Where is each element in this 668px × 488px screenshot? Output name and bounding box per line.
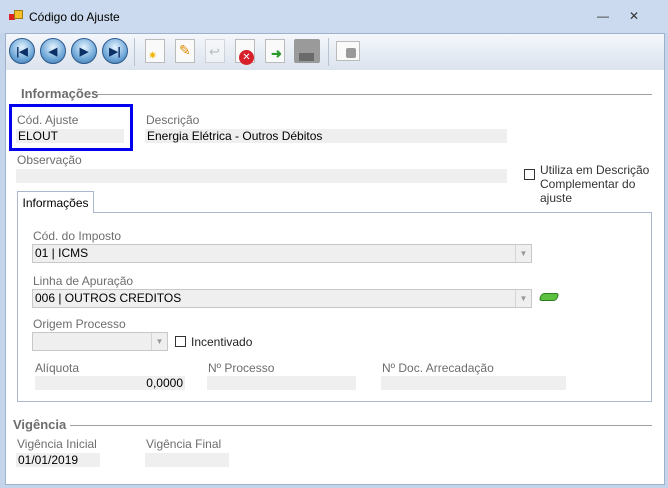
section-divider [96, 94, 652, 95]
num-processo-input[interactable] [207, 376, 356, 390]
last-record-icon: ▶| [102, 38, 128, 64]
lock-button[interactable] [333, 36, 363, 66]
observacao-label: Observação [17, 153, 82, 167]
tab-informacoes[interactable]: Informações [17, 191, 94, 213]
linha-apuracao-select[interactable]: 006 | OUTROS CREDITOS ▼ [32, 289, 532, 308]
delete-icon: ✕ [235, 39, 255, 65]
cod-imposto-select[interactable]: 01 | ICMS ▼ [32, 244, 532, 263]
save-disk-icon [294, 39, 320, 63]
aliquota-label: Alíquota [35, 361, 80, 375]
cod-ajuste-label: Cód. Ajuste [17, 113, 79, 127]
new-document-icon: ✷ [145, 39, 165, 63]
vig-final-input[interactable] [145, 453, 229, 467]
delete-button[interactable]: ✕ [230, 36, 260, 66]
cod-imposto-value: 01 | ICMS [35, 246, 89, 260]
utiliza-label-1: Utiliza em Descrição [540, 163, 650, 177]
minimize-button[interactable]: — [595, 8, 611, 24]
export-button[interactable]: ➜ [260, 36, 290, 66]
app-icon [9, 10, 23, 22]
save-button[interactable] [292, 36, 322, 66]
edit-button[interactable]: ✎ [170, 36, 200, 66]
section-divider [70, 425, 652, 426]
incentivado-label: Incentivado [191, 335, 253, 349]
descricao-input[interactable]: Energia Elétrica - Outros Débitos [145, 129, 507, 143]
num-doc-input[interactable] [381, 376, 566, 390]
previous-record-icon: ◀ [40, 38, 66, 64]
cod-imposto-label: Cód. do Imposto [33, 229, 122, 243]
next-record-icon: ▶ [71, 38, 97, 64]
vig-inicial-input[interactable]: 01/01/2019 [16, 453, 100, 467]
window-title: Código do Ajuste [29, 10, 120, 24]
export-arrow-icon: ➜ [265, 39, 285, 63]
utiliza-checkbox[interactable] [524, 169, 535, 180]
chevron-down-icon: ▼ [515, 245, 531, 262]
first-record-icon: |◀ [9, 38, 35, 64]
observacao-input[interactable] [16, 169, 507, 183]
edit-pencil-icon: ✎ [175, 39, 195, 63]
origem-processo-label: Origem Processo [33, 317, 126, 331]
close-button[interactable]: ✕ [626, 8, 642, 24]
toolbar-separator [134, 38, 135, 66]
num-processo-label: Nº Processo [208, 361, 275, 375]
next-record-button[interactable]: ▶ [69, 36, 99, 66]
undo-button[interactable]: ↩ [200, 36, 230, 66]
vig-inicial-label: Vigência Inicial [17, 437, 97, 451]
highlight-box [9, 104, 133, 151]
origem-processo-select[interactable]: ▼ [32, 332, 168, 351]
cod-ajuste-input[interactable]: ELOUT [16, 129, 124, 143]
incentivado-checkbox[interactable] [175, 336, 186, 347]
num-doc-label: Nº Doc. Arrecadação [382, 361, 494, 375]
descricao-label: Descrição [146, 113, 200, 127]
first-record-button[interactable]: |◀ [7, 36, 37, 66]
new-button[interactable]: ✷ [140, 36, 170, 66]
previous-record-button[interactable]: ◀ [38, 36, 68, 66]
eraser-icon[interactable] [538, 293, 560, 301]
last-record-button[interactable]: ▶| [100, 36, 130, 66]
linha-apuracao-label: Linha de Apuração [33, 274, 134, 288]
section-informacoes: Informações [21, 86, 99, 101]
aliquota-input[interactable]: 0,0000 [35, 376, 185, 390]
vig-final-label: Vigência Final [146, 437, 222, 451]
utiliza-label-2: Complementar do ajuste [540, 177, 636, 205]
chevron-down-icon: ▼ [515, 290, 531, 307]
undo-icon: ↩ [205, 39, 225, 63]
chevron-down-icon: ▼ [151, 333, 167, 350]
toolbar-separator [328, 38, 329, 66]
section-vigencia: Vigência [13, 417, 67, 432]
linha-apuracao-value: 006 | OUTROS CREDITOS [35, 291, 182, 305]
lock-icon [336, 41, 360, 61]
